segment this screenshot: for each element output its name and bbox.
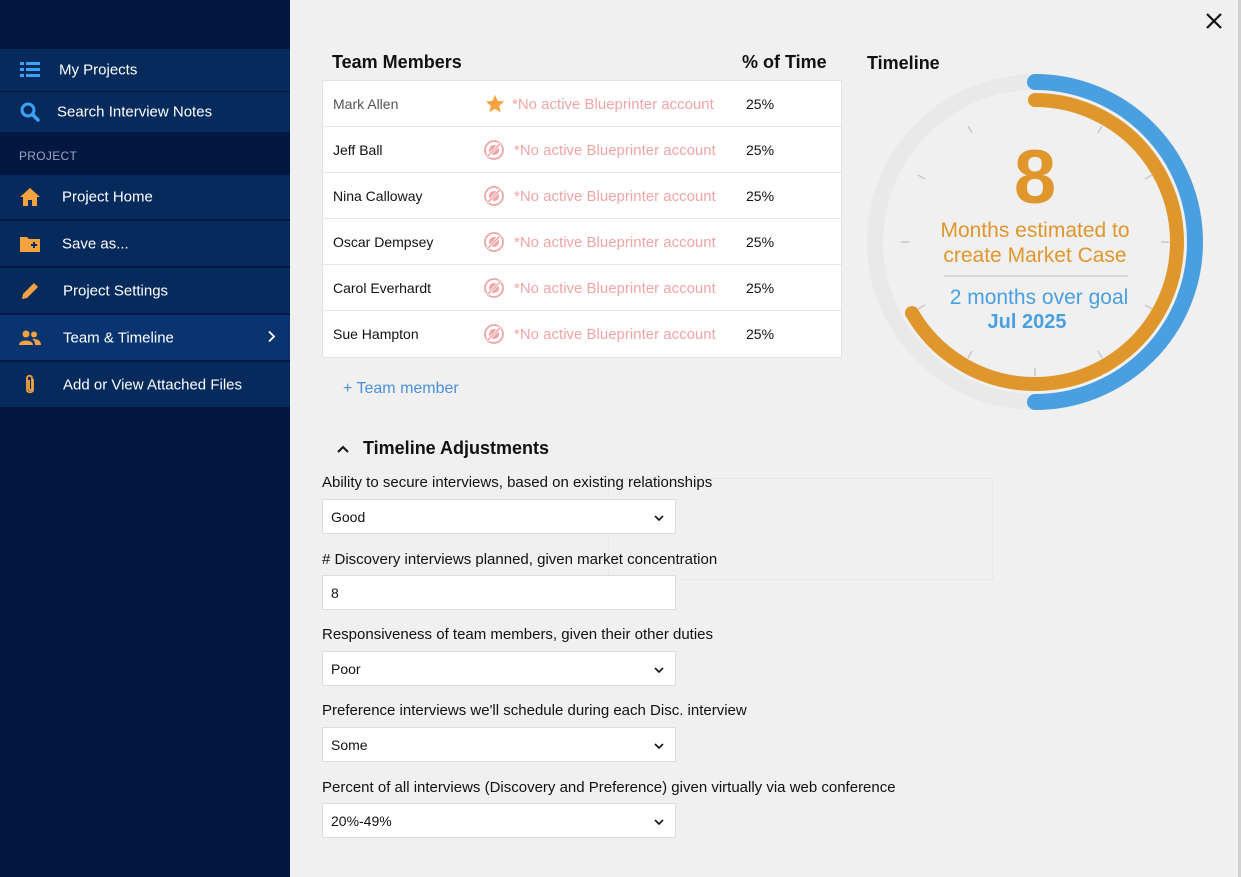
sidebar-item-save-as[interactable]: Save as... xyxy=(0,221,290,266)
member-name: Jeff Ball xyxy=(333,142,383,158)
sidebar-item-label: Save as... xyxy=(62,235,129,252)
member-percent: 25% xyxy=(746,234,775,250)
account-status: *No active Blueprinter account xyxy=(514,188,716,205)
chevron-up-icon xyxy=(335,441,351,457)
timeline-adjustments-title: Timeline Adjustments xyxy=(363,438,550,458)
timeline-adjustments-header[interactable]: Timeline Adjustments xyxy=(335,438,549,459)
table-row[interactable]: Nina Calloway *No active Blueprinter acc… xyxy=(323,173,841,219)
sidebar-item-label: Add or View Attached Files xyxy=(63,376,242,393)
account-status: *No active Blueprinter account xyxy=(512,96,714,113)
member-name: Mark Allen xyxy=(333,96,399,112)
responsiveness-select[interactable]: Poor xyxy=(322,651,676,686)
no-account-icon xyxy=(483,139,505,161)
account-status: *No active Blueprinter account xyxy=(514,234,716,251)
team-members-header: Team Members xyxy=(332,52,462,72)
chevron-down-icon xyxy=(653,739,665,751)
no-account-icon xyxy=(483,231,505,253)
sidebar-item-label: Team & Timeline xyxy=(63,329,174,346)
close-icon xyxy=(1206,13,1222,29)
list-icon xyxy=(19,59,41,81)
select-value: Poor xyxy=(331,661,361,677)
member-name: Sue Hampton xyxy=(333,326,419,342)
months-label-line1: Months estimated to xyxy=(940,219,1130,242)
question-label: Ability to secure interviews, based on e… xyxy=(322,474,713,491)
months-label-line2: create Market Case xyxy=(943,244,1127,267)
table-row[interactable]: Jeff Ball *No active Blueprinter account… xyxy=(323,127,841,173)
member-name: Nina Calloway xyxy=(333,188,423,204)
folder-plus-icon xyxy=(19,233,41,255)
member-percent: 25% xyxy=(746,142,775,158)
people-icon xyxy=(19,327,41,349)
team-members-table: Mark Allen *No active Blueprinter accoun… xyxy=(322,80,842,358)
sidebar-section-label: PROJECT xyxy=(19,149,78,163)
sidebar-item-label: Search Interview Notes xyxy=(57,103,213,121)
virtual-interviews-select[interactable]: 20%-49% xyxy=(322,803,676,838)
account-status: *No active Blueprinter account xyxy=(514,326,716,343)
question-label: Percent of all interviews (Discovery and… xyxy=(322,779,896,796)
chevron-down-icon xyxy=(653,511,665,523)
member-name: Oscar Dempsey xyxy=(333,234,434,250)
input-value: 8 xyxy=(331,585,339,601)
sidebar-item-team-timeline[interactable]: Team & Timeline xyxy=(0,315,290,360)
chevron-down-icon xyxy=(653,815,665,827)
select-value: 20%-49% xyxy=(331,813,392,829)
no-account-icon xyxy=(483,323,505,345)
months-estimate: 8 xyxy=(1013,135,1057,220)
sidebar: My Projects Search Interview Notes PROJE… xyxy=(0,0,290,877)
table-row[interactable]: Sue Hampton *No active Blueprinter accou… xyxy=(323,311,841,357)
pencil-icon xyxy=(19,280,41,302)
sidebar-item-project-settings[interactable]: Project Settings xyxy=(0,268,290,313)
add-team-member-link[interactable]: + Team member xyxy=(343,380,459,398)
sidebar-item-search-notes[interactable]: Search Interview Notes xyxy=(0,92,290,132)
preference-interviews-select[interactable]: Some xyxy=(322,727,676,762)
home-icon xyxy=(19,186,41,208)
select-value: Good xyxy=(331,509,366,525)
sidebar-item-label: My Projects xyxy=(59,61,138,79)
sidebar-item-project-home[interactable]: Project Home xyxy=(0,175,290,219)
account-status: *No active Blueprinter account xyxy=(514,280,716,297)
sidebar-item-label: Project Home xyxy=(62,188,153,206)
interview-access-select[interactable]: Good xyxy=(322,499,676,534)
sidebar-item-my-projects[interactable]: My Projects xyxy=(0,49,290,91)
table-row[interactable]: Carol Everhardt *No active Blueprinter a… xyxy=(323,265,841,311)
paperclip-icon xyxy=(19,374,41,396)
over-goal-text: 2 months over goal xyxy=(949,286,1129,309)
select-value: Some xyxy=(331,737,368,753)
sidebar-item-label: Project Settings xyxy=(63,282,169,299)
question-label: Preference interviews we'll schedule dur… xyxy=(322,702,747,719)
close-button[interactable] xyxy=(1203,10,1225,32)
percent-time-header: % of Time xyxy=(742,52,827,72)
chevron-down-icon xyxy=(653,663,665,675)
discovery-interviews-input[interactable]: 8 xyxy=(322,575,676,610)
no-account-icon xyxy=(483,277,505,299)
target-date: Jul 2025 xyxy=(987,311,1067,333)
member-percent: 25% xyxy=(746,280,775,296)
sidebar-item-attached-files[interactable]: Add or View Attached Files xyxy=(0,362,290,407)
no-account-icon xyxy=(483,185,505,207)
star-icon[interactable] xyxy=(484,93,506,115)
question-label: # Discovery interviews planned, given ma… xyxy=(322,551,718,568)
search-icon xyxy=(19,101,41,123)
table-row[interactable]: Oscar Dempsey *No active Blueprinter acc… xyxy=(323,219,841,265)
timeline-gauge xyxy=(867,74,1203,410)
member-percent: 25% xyxy=(746,96,775,112)
table-row[interactable]: Mark Allen *No active Blueprinter accoun… xyxy=(323,81,841,127)
member-percent: 25% xyxy=(746,326,775,342)
chevron-right-icon xyxy=(268,329,276,346)
member-percent: 25% xyxy=(746,188,775,204)
member-name: Carol Everhardt xyxy=(333,280,432,296)
question-label: Responsiveness of team members, given th… xyxy=(322,626,714,643)
account-status: *No active Blueprinter account xyxy=(514,142,716,159)
